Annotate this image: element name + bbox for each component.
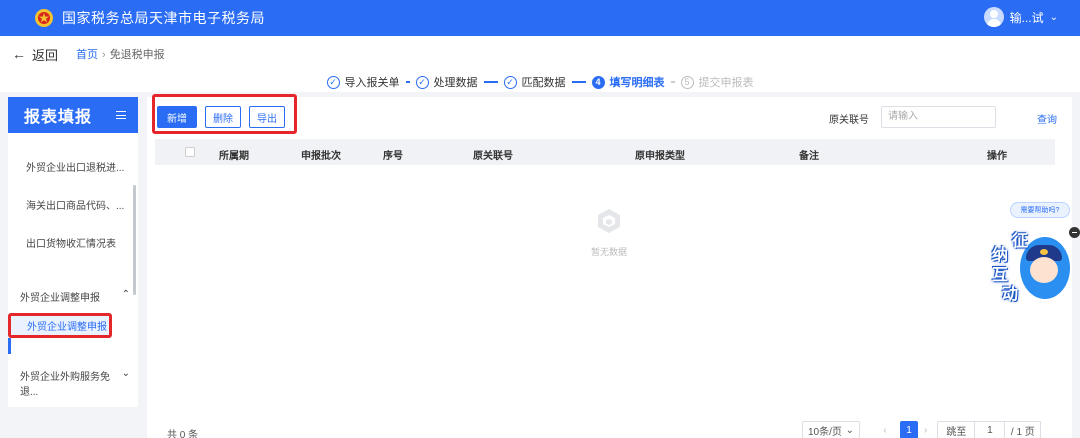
col-orig-type: 原申报类型 xyxy=(635,151,685,162)
breadcrumb-home[interactable]: 首页 xyxy=(76,49,98,61)
step-label: 填写明细表 xyxy=(609,77,665,89)
back-label: 返回 xyxy=(32,47,59,63)
sidebar-scrollbar[interactable] xyxy=(133,185,136,295)
sidebar-group-adjust[interactable]: 外贸企业调整申报 ⌃ xyxy=(8,289,138,304)
export-button[interactable]: 导出 xyxy=(249,106,285,128)
main-panel: 新增 删除 导出 原关联号 请输入 查询 所属期 申报批次 序号 原关联号 原申… xyxy=(147,94,1072,438)
step-fill-detail: 4 填写明细表 xyxy=(591,74,665,90)
step-process: ✓ 处理数据 xyxy=(415,74,478,90)
step-connector xyxy=(483,81,498,83)
step-label: 导入报关单 xyxy=(344,77,400,89)
back-button[interactable]: ← 返回 xyxy=(12,45,58,64)
add-button[interactable]: 新增 xyxy=(157,106,197,128)
query-button[interactable]: 查询 xyxy=(1037,111,1057,126)
check-circle-icon: ✓ xyxy=(326,75,340,89)
sidebar-item-customs-code[interactable]: 海关出口商品代码、... xyxy=(8,199,138,215)
menu-icon[interactable] xyxy=(116,111,126,119)
sidebar-title: 报表填报 xyxy=(24,109,93,126)
next-page-icon[interactable]: › xyxy=(924,425,927,436)
col-remark: 备注 xyxy=(799,151,819,162)
page-size-value: 10条/页 xyxy=(808,426,842,438)
collapse-icon[interactable] xyxy=(1069,227,1080,238)
active-indicator xyxy=(8,338,11,354)
pagination: 10条/页 ⌄ ‹ 1 › 跳至 1 / 1 页 xyxy=(802,421,1042,438)
step-label: 处理数据 xyxy=(433,77,478,89)
col-orig-link: 原关联号 xyxy=(473,151,513,162)
group-label: 外贸企业调整申报 xyxy=(20,293,100,304)
avatar xyxy=(983,7,1004,27)
sidebar-item-adjust-declare[interactable]: 外贸企业调整申报 xyxy=(8,313,112,338)
sidebar-group-purchase-service[interactable]: 外贸企业外购服务免退... ⌄ xyxy=(8,368,138,398)
page-current[interactable]: 1 xyxy=(900,421,918,438)
progress-stepper: ✓ 导入报关单 ✓ 处理数据 ✓ 匹配数据 4 填写明细表 5 提交申报表 xyxy=(0,72,1080,92)
step-match: ✓ 匹配数据 xyxy=(503,74,566,90)
filter-input[interactable]: 请输入 xyxy=(881,106,996,128)
breadcrumb-separator: › xyxy=(102,49,106,61)
mascot-widget[interactable]: 征 纳 互 动 xyxy=(990,225,1072,305)
page-size-select[interactable]: 10条/页 ⌄ xyxy=(802,421,860,438)
user-menu[interactable]: 输...试 ⌄ xyxy=(983,7,1058,27)
sidebar-item-export-refund[interactable]: 外贸企业出口退税进... xyxy=(8,161,138,177)
empty-state: 暂无数据 xyxy=(579,207,639,258)
check-circle-icon: ✓ xyxy=(503,75,517,89)
step-submit: 5 提交申报表 xyxy=(680,74,754,90)
goto-label: 跳至 xyxy=(937,421,976,438)
mascot-char: 动 xyxy=(1002,286,1019,303)
step-label: 提交申报表 xyxy=(698,77,754,89)
prev-page-icon[interactable]: ‹ xyxy=(876,425,894,436)
mascot-face xyxy=(1030,257,1058,283)
empty-text: 暂无数据 xyxy=(590,247,627,257)
sidebar-item-cut xyxy=(8,133,138,141)
col-seq: 序号 xyxy=(383,151,403,162)
filter-label: 原关联号 xyxy=(829,115,869,126)
mascot-char: 征 xyxy=(1012,233,1029,250)
breadcrumb: 首页 › 免退税申报 xyxy=(76,46,165,62)
col-batch: 申报批次 xyxy=(301,151,341,162)
breadcrumb-current: 免退税申报 xyxy=(109,49,165,61)
step-import: ✓ 导入报关单 xyxy=(326,74,400,90)
step-connector xyxy=(405,81,410,83)
sidebar-header: 报表填报 xyxy=(8,97,138,133)
step-number-icon: 5 xyxy=(680,75,694,89)
step-connector xyxy=(670,81,675,83)
chevron-up-icon: ⌃ xyxy=(121,289,130,300)
tax-emblem-icon xyxy=(34,8,54,28)
table-header: 所属期 申报批次 序号 原关联号 原申报类型 备注 操作 xyxy=(155,139,1055,165)
step-number-icon: 4 xyxy=(591,75,605,89)
check-circle-icon: ✓ xyxy=(415,75,429,89)
chevron-down-icon: ⌄ xyxy=(845,424,854,436)
breadcrumb-bar: ← 返回 首页 › 免退税申报 xyxy=(0,36,1080,72)
chevron-down-icon: ⌄ xyxy=(121,368,130,379)
site-title: 国家税务总局天津市电子税务局 xyxy=(62,10,265,26)
empty-box-icon xyxy=(595,207,623,235)
total-count: 共 0 条 xyxy=(167,430,199,438)
step-label: 匹配数据 xyxy=(521,77,566,89)
total-pages: / 1 页 xyxy=(1005,421,1042,438)
user-name: 输...试 xyxy=(1009,10,1044,25)
delete-button[interactable]: 删除 xyxy=(205,106,241,128)
top-header: 国家税务总局天津市电子税务局 输...试 ⌄ xyxy=(0,0,1080,36)
col-action: 操作 xyxy=(987,151,1007,162)
help-bubble[interactable]: 需要帮助吗? xyxy=(1010,202,1070,218)
chevron-down-icon: ⌄ xyxy=(1049,11,1058,23)
group-label: 外贸企业外购服务免退... xyxy=(20,372,110,398)
step-connector xyxy=(571,81,586,83)
sidebar-item-forex-receipt[interactable]: 出口货物收汇情况表 xyxy=(8,237,138,253)
col-period: 所属期 xyxy=(219,151,249,162)
report-sidebar: 报表填报 外贸企业出口退税进... 海关出口商品代码、... 出口货物收汇情况表… xyxy=(8,97,138,407)
goto-input[interactable]: 1 xyxy=(975,421,1006,438)
arrow-left-icon: ← xyxy=(12,46,26,62)
select-all-checkbox[interactable] xyxy=(185,147,195,157)
